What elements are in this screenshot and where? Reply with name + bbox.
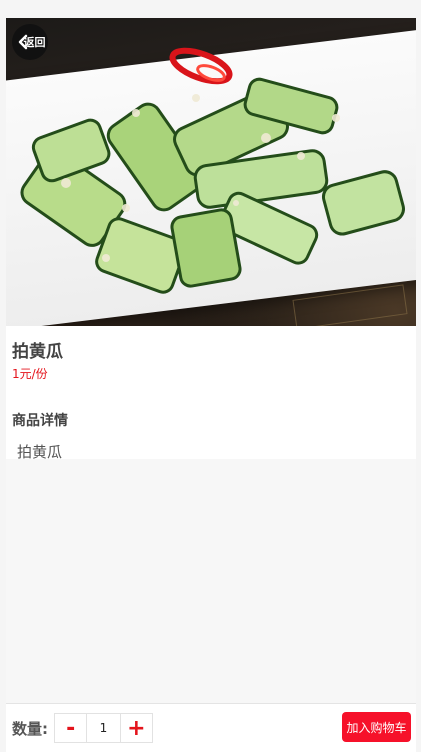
details-body: 拍黄瓜: [17, 443, 63, 461]
product-price: 1元/份: [12, 367, 48, 381]
chevron-left-icon: [18, 34, 28, 50]
decrement-button[interactable]: -: [55, 714, 86, 742]
increment-button[interactable]: +: [121, 714, 152, 742]
quantity-label: 数量:: [12, 720, 48, 738]
details-heading: 商品详情: [12, 413, 68, 429]
product-name: 拍黄瓜: [12, 342, 63, 362]
product-page: 返回 拍黄瓜 1元/份 商品详情 拍黄瓜 数量: - 1 + 加入购物车: [6, 18, 416, 752]
back-button[interactable]: 返回: [12, 24, 48, 60]
product-info: 拍黄瓜 1元/份 商品详情 拍黄瓜: [6, 326, 416, 461]
bottom-action-bar: 数量: - 1 + 加入购物车: [6, 703, 416, 752]
cucumber-salad-illustration: [20, 47, 405, 294]
product-image: 返回: [6, 18, 416, 326]
quantity-stepper: - 1 +: [54, 713, 153, 743]
add-to-cart-button[interactable]: 加入购物车: [342, 712, 411, 742]
quantity-value[interactable]: 1: [86, 714, 121, 742]
